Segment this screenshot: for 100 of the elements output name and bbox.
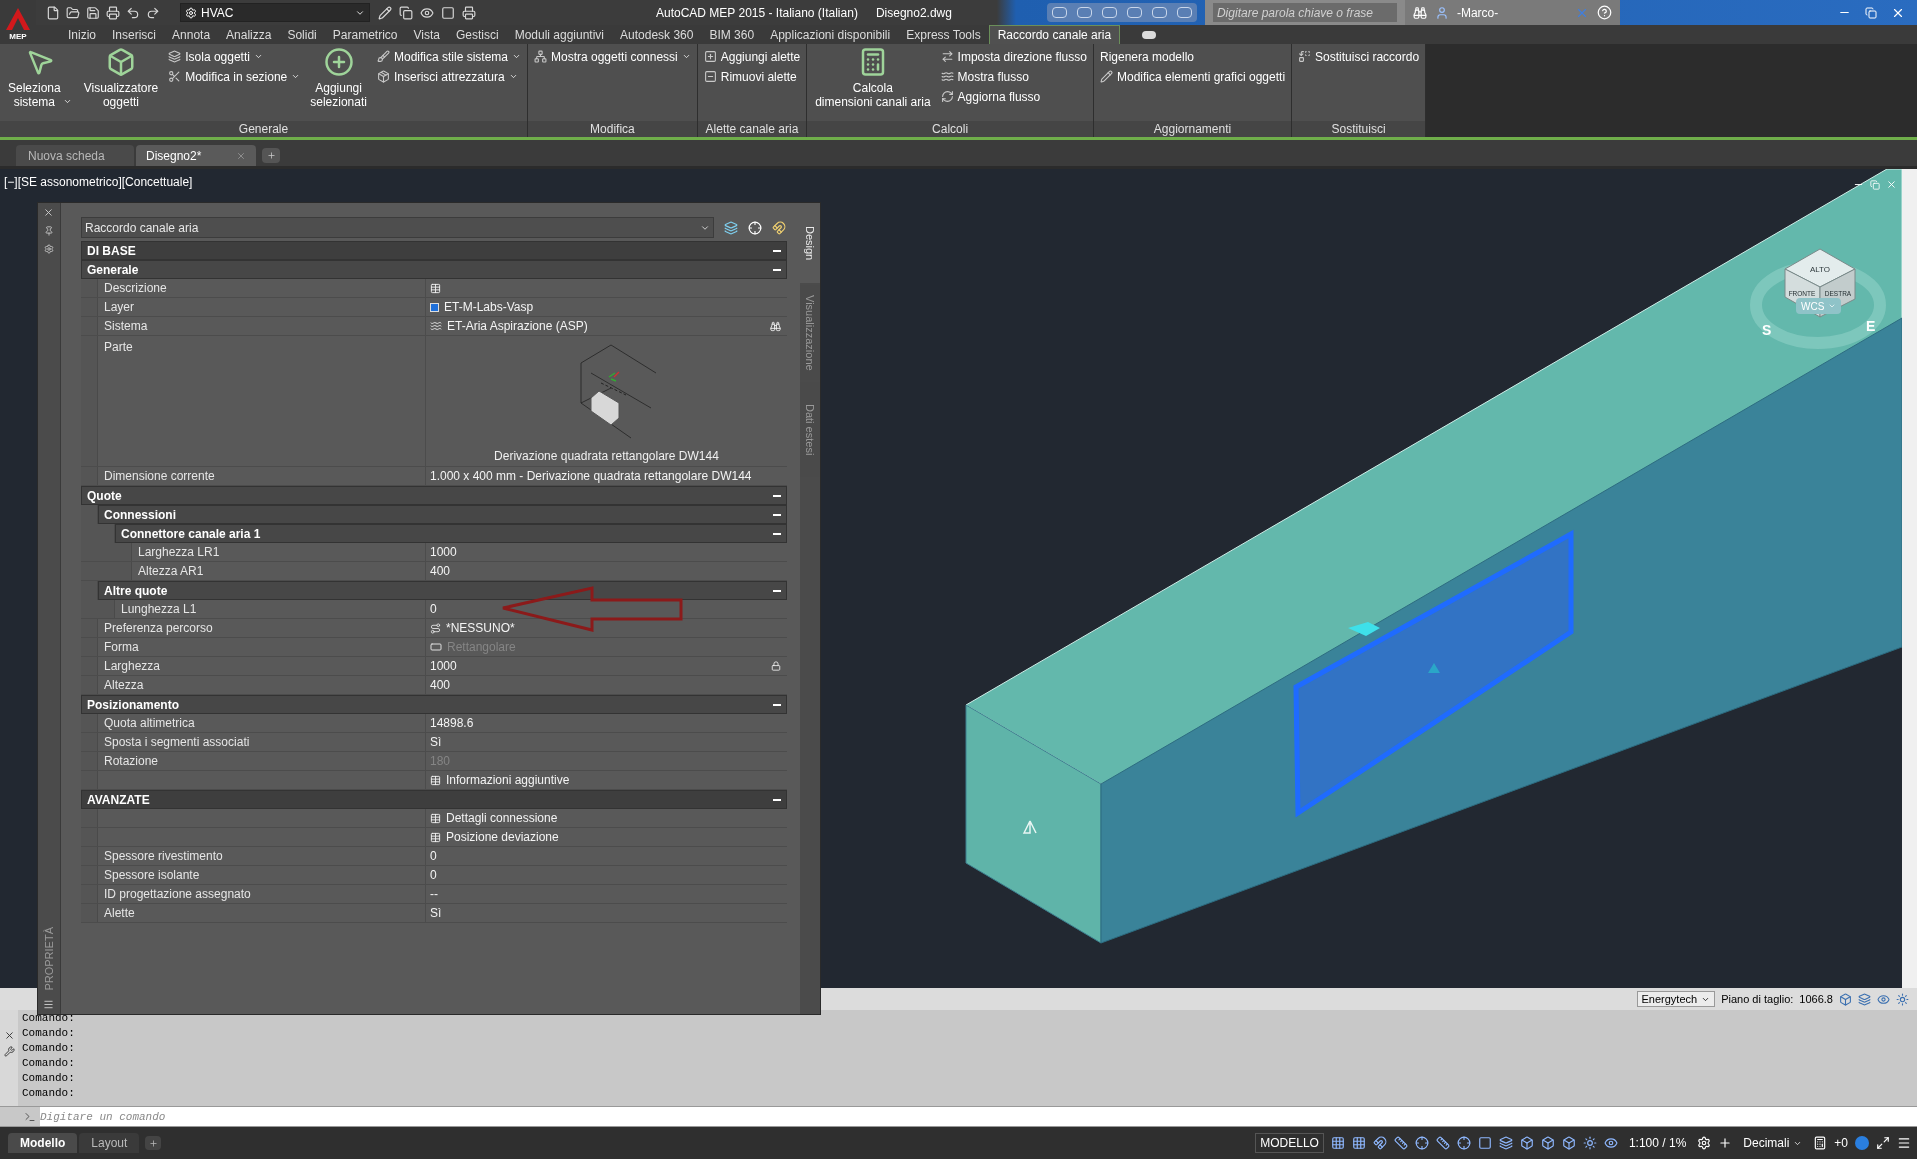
status-icon[interactable]	[1858, 992, 1871, 1006]
restore-icon[interactable]	[1865, 6, 1877, 19]
quick-select-icon[interactable]	[723, 220, 738, 235]
toolbar-icon[interactable]	[441, 5, 455, 20]
collapse-icon[interactable]	[772, 268, 781, 271]
ribbon-small-button[interactable]: Mostra flusso	[940, 67, 1087, 86]
ribbon-tab[interactable]: Inizio	[60, 25, 104, 44]
menu-icon[interactable]	[1897, 1136, 1911, 1150]
quick-access-icon[interactable]	[126, 5, 140, 20]
ribbon-small-button[interactable]: Modifica in sezione	[168, 67, 301, 86]
ribbon-tab[interactable]: Autodesk 360	[612, 25, 702, 44]
ribbon-tab[interactable]: Solidi	[279, 25, 325, 44]
property-value[interactable]: --	[429, 885, 438, 903]
property-value[interactable]: Sì	[429, 733, 442, 751]
status-icon[interactable]	[1456, 1136, 1471, 1150]
ribbon-small-button[interactable]: Mostra oggetti connessi	[534, 47, 691, 66]
property-value[interactable]: Sì	[429, 904, 442, 922]
ribbon-small-button[interactable]: Rimuovi alette	[703, 67, 801, 86]
property-value[interactable]: 1000	[429, 543, 457, 561]
ribbon-small-button[interactable]: Aggiorna flusso	[940, 87, 1087, 106]
property-category-header[interactable]: Quote	[80, 486, 787, 505]
status-icon[interactable]	[1877, 992, 1890, 1006]
status-icon[interactable]	[1393, 1136, 1408, 1150]
status-icon[interactable]	[1414, 1136, 1429, 1150]
search-field[interactable]: Digitare parola chiave o frase	[1212, 3, 1397, 22]
ribbon-tab[interactable]: Express Tools	[898, 25, 989, 44]
collapse-icon[interactable]	[772, 589, 781, 592]
property-value[interactable]: 0	[429, 866, 437, 884]
property-category-header[interactable]: Connettore canale aria 1	[114, 524, 787, 543]
collapse-icon[interactable]	[772, 532, 781, 535]
ribbon-tab[interactable]: BIM 360	[701, 25, 763, 44]
ribbon-small-button[interactable]: Inserisci attrezzatura	[376, 67, 521, 86]
status-icon[interactable]	[1540, 1136, 1555, 1150]
workspace-dropdown[interactable]: HVAC	[180, 3, 370, 22]
panel-title[interactable]: Modifica	[528, 121, 697, 137]
property-category-header[interactable]: Altre quote	[97, 581, 787, 600]
property-value[interactable]: 14898.6	[429, 714, 474, 732]
new-layout-button[interactable]	[145, 1136, 162, 1150]
property-value[interactable]: 400	[429, 676, 450, 694]
property-value[interactable]: Dettagli connessione	[445, 809, 558, 827]
pickadd-icon[interactable]	[771, 220, 786, 235]
ribbon-large-button[interactable]: Visualizzatore oggetti	[81, 47, 161, 109]
property-category-header[interactable]: Generale	[80, 260, 787, 279]
collapse-icon[interactable]	[772, 703, 781, 706]
panel-options-icon[interactable]	[1142, 31, 1157, 39]
ribbon-tab[interactable]: Inserisci	[104, 25, 165, 44]
status-icon[interactable]	[1519, 1136, 1534, 1150]
status-icon[interactable]	[1896, 992, 1909, 1006]
collapse-icon[interactable]	[772, 249, 781, 252]
binoculars-icon[interactable]	[769, 320, 781, 332]
layout-tab[interactable]: Layout	[79, 1133, 140, 1153]
status-icon[interactable]	[1372, 1136, 1387, 1150]
quick-access-icon[interactable]	[106, 5, 120, 20]
collapse-icon[interactable]	[772, 798, 781, 801]
quick-access-icon[interactable]	[86, 5, 100, 20]
ribbon-tab[interactable]: Analizza	[218, 25, 280, 44]
new-tab-button[interactable]	[262, 148, 280, 163]
ribbon-small-button[interactable]: Rigenera modello	[1099, 47, 1286, 66]
command-icon[interactable]	[24, 1110, 36, 1123]
palette-tab[interactable]: Design	[800, 203, 820, 283]
ribbon-tab[interactable]: Annota	[164, 25, 219, 44]
transparency-value[interactable]: +0	[1834, 1134, 1848, 1152]
cut-plane-value[interactable]: 1066.8	[1799, 990, 1833, 1008]
select-objects-icon[interactable]	[747, 220, 762, 235]
panel-title[interactable]: Alette canale aria	[697, 121, 807, 137]
ribbon-tab[interactable]: Gestisci	[447, 25, 507, 44]
ribbon-small-button[interactable]: Aggiungi alette	[703, 47, 801, 66]
grip-icon[interactable]	[1348, 622, 1380, 636]
selected-fitting[interactable]	[1293, 529, 1574, 818]
grip-icon[interactable]	[1428, 663, 1440, 673]
toolbar-icon[interactable]	[378, 5, 392, 20]
property-value[interactable]: 1000	[429, 657, 457, 675]
toolbar-icon[interactable]	[399, 5, 413, 20]
property-category-header[interactable]: Connessioni	[97, 505, 787, 524]
quick-access-icon[interactable]	[146, 5, 160, 20]
ribbon-tab[interactable]: Raccordo canale aria	[988, 25, 1121, 44]
style-dropdown[interactable]: Energytech	[1636, 991, 1716, 1007]
calculator-icon[interactable]	[1813, 1136, 1828, 1150]
status-icon[interactable]	[1839, 992, 1852, 1006]
ribbon-small-button[interactable]: Imposta direzione flusso	[940, 47, 1087, 66]
layout-tab[interactable]: Modello	[8, 1133, 78, 1153]
model-space-button[interactable]: MODELLO	[1255, 1133, 1324, 1153]
ribbon-tab[interactable]: Parametrico	[324, 25, 406, 44]
collapse-icon[interactable]	[772, 513, 781, 516]
wrench-icon[interactable]	[3, 1046, 15, 1057]
object-type-dropdown[interactable]: Raccordo canale aria	[80, 217, 714, 238]
binoculars-icon[interactable]	[1412, 5, 1427, 20]
ribbon-large-button[interactable]: Aggiungi selezionati	[308, 47, 369, 109]
panel-title[interactable]: Sostituisci	[1292, 121, 1426, 137]
ribbon-small-button[interactable]: Modifica elementi grafici oggetti	[1099, 67, 1286, 86]
status-icon[interactable]	[1435, 1136, 1450, 1150]
lock-icon[interactable]	[770, 661, 781, 671]
close-icon[interactable]	[3, 1030, 15, 1041]
ribbon-small-button[interactable]: Isola oggetti	[168, 47, 301, 66]
ribbon-small-button[interactable]: Sostituisci raccordo	[1298, 47, 1420, 66]
property-value[interactable]: 0	[429, 600, 437, 618]
scrollbar[interactable]	[1902, 169, 1917, 988]
status-icon[interactable]	[1330, 1136, 1345, 1150]
ribbon-large-button[interactable]: Calcola dimensioni canali aria	[813, 47, 933, 109]
toolbar-icon[interactable]	[420, 5, 434, 20]
